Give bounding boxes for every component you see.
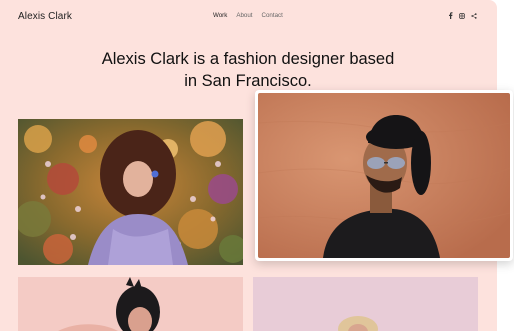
woman-blonde-hair-photo[interactable]	[253, 277, 478, 331]
nav-item-contact[interactable]: Contact	[262, 12, 283, 19]
facebook-icon[interactable]	[447, 12, 453, 19]
man-hat-sunglasses-card[interactable]	[255, 90, 513, 261]
page: Alexis Clark Work About Contact Alexis C…	[0, 0, 514, 331]
hero-headline: Alexis Clark is a fashion designer based…	[90, 48, 406, 92]
woman-dark-hair-photo[interactable]	[18, 277, 243, 331]
instagram-icon[interactable]	[459, 12, 465, 19]
man-hat-sunglasses-photo	[258, 93, 510, 258]
nav-item-work[interactable]: Work	[213, 12, 227, 19]
nav-item-about[interactable]: About	[236, 12, 252, 19]
hero-headline-line-2: in San Francisco.	[184, 72, 312, 90]
share-icon[interactable]	[471, 12, 477, 19]
site-brand[interactable]: Alexis Clark	[18, 11, 72, 22]
main-nav: Work About Contact	[213, 12, 283, 19]
hero-headline-line-1: Alexis Clark is a fashion designer based	[101, 50, 395, 68]
social-links	[447, 12, 477, 19]
woman-curly-hair-flowers-photo[interactable]	[18, 119, 243, 265]
